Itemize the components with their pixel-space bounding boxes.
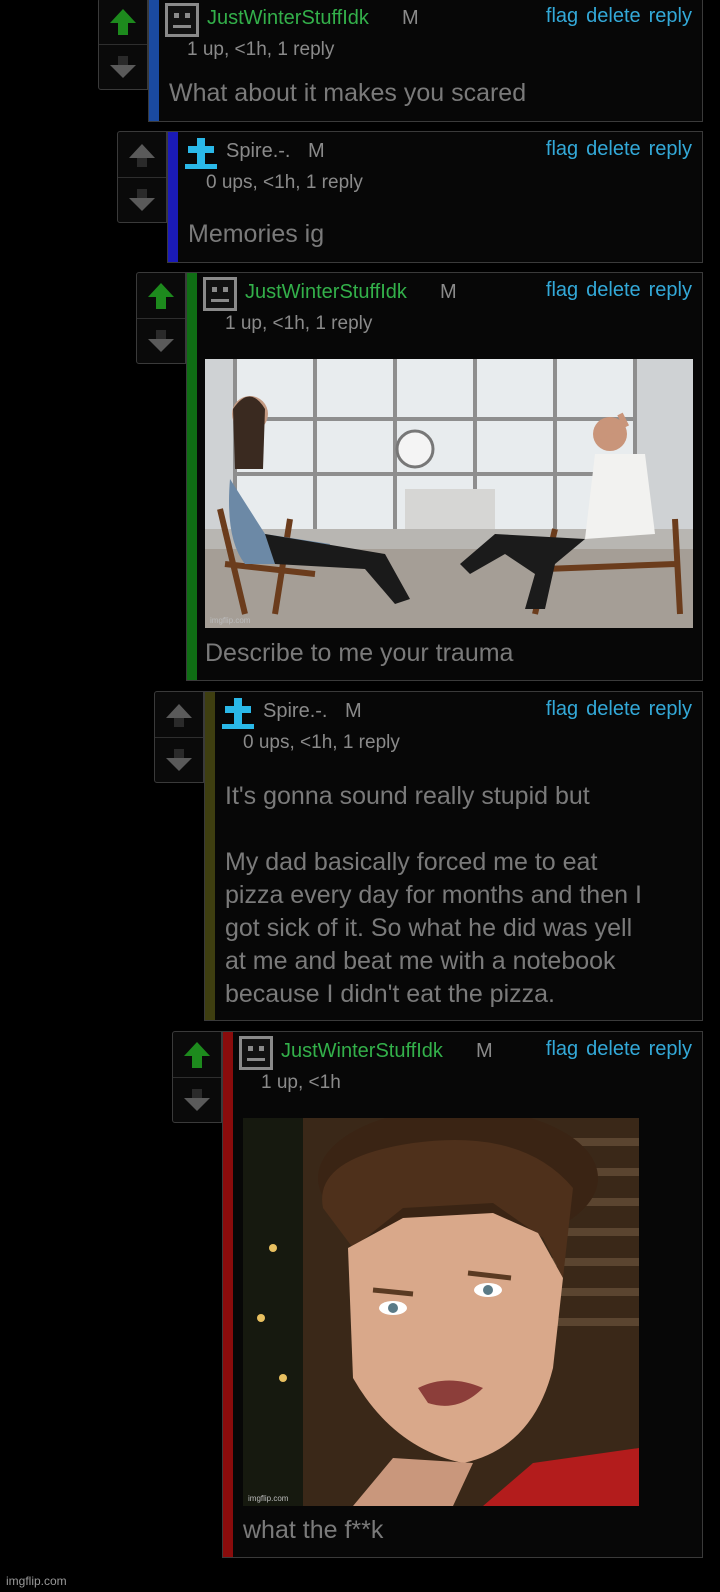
- image-watermark: imgflip.com: [248, 1494, 289, 1503]
- downvote-arrow-icon: [129, 188, 155, 211]
- vote-box: [98, 0, 148, 90]
- downvote-arrow-icon: [110, 55, 136, 78]
- flag-link[interactable]: flag: [546, 138, 578, 160]
- downvote-button[interactable]: [118, 177, 166, 222]
- delete-link[interactable]: delete: [586, 1038, 641, 1060]
- reply-link[interactable]: reply: [649, 1038, 692, 1060]
- delete-link[interactable]: delete: [586, 138, 641, 160]
- gender-badge: M: [476, 1040, 493, 1062]
- upvote-button[interactable]: [155, 692, 203, 738]
- comment-actions: flag delete reply: [538, 1038, 692, 1061]
- thread-depth-bar: [168, 132, 178, 262]
- username-link[interactable]: JustWinterStuffIdk: [207, 7, 369, 30]
- gender-badge: M: [308, 140, 325, 162]
- comment-meta: 0 ups, <1h, 1 reply: [243, 732, 400, 753]
- comment-meta: 0 ups, <1h, 1 reply: [206, 172, 363, 193]
- thread-depth-bar: [187, 273, 197, 680]
- downvote-button[interactable]: [137, 318, 185, 363]
- comment-text: What about it makes you scared: [169, 79, 527, 107]
- comment: JustWinterStuffIdk M flag delete reply 1 u…: [186, 272, 703, 681]
- username-link[interactable]: JustWinterStuffIdk: [245, 281, 407, 304]
- vote-box: [136, 272, 186, 364]
- comment-text: Memories ig: [188, 220, 325, 248]
- upvote-arrow-icon: [110, 8, 136, 35]
- comment-meta: 1 up, <1h, 1 reply: [225, 313, 373, 334]
- gender-badge: M: [402, 7, 419, 29]
- gender-badge: M: [345, 700, 362, 722]
- downvote-button[interactable]: [173, 1077, 221, 1122]
- upvote-button[interactable]: [118, 132, 166, 178]
- site-watermark: imgflip.com: [6, 1574, 67, 1588]
- flag-link[interactable]: flag: [546, 1038, 578, 1060]
- upvote-arrow-icon: [184, 1041, 210, 1068]
- therapy-session-image[interactable]: imgflip.com: [205, 359, 693, 628]
- thread-depth-bar: [149, 0, 159, 121]
- comment-actions: flag delete reply: [538, 279, 692, 302]
- flag-link[interactable]: flag: [546, 279, 578, 301]
- upvote-arrow-icon: [129, 143, 155, 167]
- comment-actions: flag delete reply: [538, 698, 692, 721]
- comment-meta: 1 up, <1h: [261, 1072, 341, 1093]
- reply-link[interactable]: reply: [649, 138, 692, 160]
- comment: JustWinterStuffIdk M flag delete reply 1 u…: [222, 1031, 703, 1558]
- flag-link[interactable]: flag: [546, 5, 578, 27]
- vote-box: [117, 131, 167, 223]
- downvote-button[interactable]: [99, 44, 147, 89]
- upvote-button[interactable]: [99, 0, 147, 45]
- upvote-arrow-icon: [166, 703, 192, 727]
- robot-avatar-icon[interactable]: [165, 3, 199, 37]
- upvote-button[interactable]: [173, 1032, 221, 1078]
- robot-avatar-icon[interactable]: [203, 277, 237, 311]
- comment-text: what the f**k: [243, 1516, 384, 1544]
- upvote-button[interactable]: [137, 273, 185, 319]
- gender-badge: M: [440, 281, 457, 303]
- reply-link[interactable]: reply: [649, 279, 692, 301]
- downvote-arrow-icon: [184, 1088, 210, 1111]
- comment-text: It's gonna sound really stupid but My da…: [225, 782, 642, 1008]
- downvote-arrow-icon: [166, 748, 192, 771]
- thread-depth-bar: [223, 1032, 233, 1557]
- downvote-button[interactable]: [155, 737, 203, 782]
- comment: Spire.-. M flag delete reply 0 ups, <1h, 1…: [167, 131, 703, 263]
- thread-depth-bar: [205, 692, 215, 1020]
- comment-meta: 1 up, <1h, 1 reply: [187, 39, 335, 60]
- robot-avatar-icon[interactable]: [239, 1036, 273, 1070]
- comment: JustWinterStuffIdk M flag delete reply 1 u…: [148, 0, 703, 122]
- cross-avatar-icon[interactable]: [184, 136, 218, 170]
- cross-avatar-icon[interactable]: [221, 696, 255, 730]
- delete-link[interactable]: delete: [586, 698, 641, 720]
- username-link[interactable]: Spire.-.: [226, 140, 290, 163]
- username-link[interactable]: Spire.-.: [263, 700, 327, 723]
- delete-link[interactable]: delete: [586, 5, 641, 27]
- downvote-arrow-icon: [148, 329, 174, 352]
- comment-actions: flag delete reply: [538, 5, 692, 28]
- username-link[interactable]: JustWinterStuffIdk: [281, 1040, 443, 1063]
- reaction-image[interactable]: imgflip.com: [243, 1118, 639, 1506]
- flag-link[interactable]: flag: [546, 698, 578, 720]
- image-watermark: imgflip.com: [210, 616, 251, 625]
- vote-box: [154, 691, 204, 783]
- upvote-arrow-icon: [148, 282, 174, 309]
- comment-text: Describe to me your trauma: [205, 639, 514, 667]
- vote-box: [172, 1031, 222, 1123]
- delete-link[interactable]: delete: [586, 279, 641, 301]
- reply-link[interactable]: reply: [649, 698, 692, 720]
- reply-link[interactable]: reply: [649, 5, 692, 27]
- comment-actions: flag delete reply: [538, 138, 692, 161]
- comment: Spire.-. M flag delete reply 0 ups, <1h, 1…: [204, 691, 703, 1021]
